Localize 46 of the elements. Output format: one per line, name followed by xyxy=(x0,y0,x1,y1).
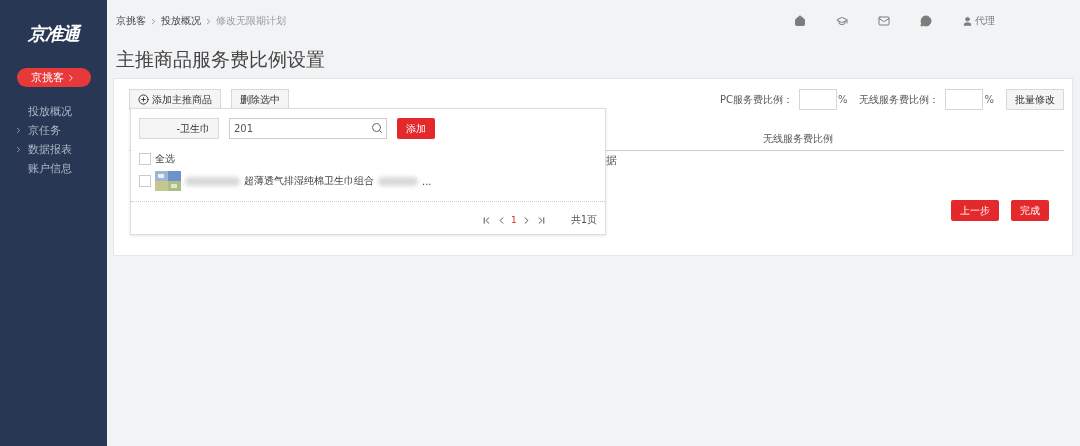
breadcrumb-item[interactable]: 投放概况 xyxy=(161,14,201,28)
batch-edit-button[interactable]: 批量修改 xyxy=(1006,89,1064,110)
table-cell: 据 xyxy=(606,153,617,168)
ratio-input[interactable] xyxy=(798,89,837,110)
home-icon[interactable] xyxy=(794,15,806,27)
search-icon[interactable] xyxy=(371,122,383,134)
graduation-cap-icon[interactable] xyxy=(836,15,848,27)
chevron-icon xyxy=(149,16,158,26)
page-total: 共1页 xyxy=(570,213,597,227)
mail-icon[interactable] xyxy=(878,15,890,27)
chevron-icon xyxy=(66,72,76,83)
field-label: PC服务费比例： xyxy=(719,92,793,107)
checkbox[interactable] xyxy=(139,175,151,187)
chat-icon[interactable] xyxy=(920,15,932,27)
unit-label: % xyxy=(837,94,848,105)
account-badge[interactable]: 京挑客 xyxy=(16,68,91,87)
ellipsis-text: ... xyxy=(422,175,432,187)
plus-circle-icon xyxy=(138,94,149,105)
chevron-icon xyxy=(204,16,213,26)
nav-item[interactable]: 投放概况 xyxy=(28,104,72,119)
logo: 京准通 xyxy=(28,22,79,46)
checkbox[interactable] xyxy=(139,153,151,165)
nav-item[interactable]: 京任务 xyxy=(28,123,61,138)
redaction-blur xyxy=(185,176,240,186)
unit-label: % xyxy=(984,94,994,105)
breadcrumb-item[interactable]: 京挑客 xyxy=(116,14,146,28)
page-title: 主推商品服务费比例设置 xyxy=(116,47,326,72)
user-name[interactable]: 代理 xyxy=(975,14,995,28)
add-button[interactable]: 添加 xyxy=(397,118,435,139)
back-button[interactable]: 上一步 xyxy=(951,200,999,221)
category-button[interactable]: -卫生巾 xyxy=(139,118,219,139)
checkbox-label: 全选 xyxy=(155,152,175,166)
delete-button[interactable]: 删除选中 xyxy=(231,89,289,110)
finish-button[interactable]: 完成 xyxy=(1011,200,1049,221)
redaction-blur xyxy=(378,176,418,186)
ratio-input[interactable] xyxy=(945,89,984,110)
breadcrumb-item: 修改无限期计划 xyxy=(216,14,286,28)
nav-item[interactable]: 账户信息 xyxy=(28,161,72,176)
product-title: 超薄透气排湿纯棉卫生巾组合 xyxy=(244,174,374,188)
add-product-button[interactable]: 添加主推商品 xyxy=(129,89,221,110)
column-header: 无线服务费比例 xyxy=(763,132,833,146)
page-number[interactable]: 1 xyxy=(510,215,517,225)
nav-item[interactable]: 数据报表 xyxy=(28,142,72,157)
field-label: 无线服务费比例： xyxy=(859,92,940,107)
search-field[interactable]: 201 xyxy=(229,118,387,139)
user-icon xyxy=(962,15,973,27)
